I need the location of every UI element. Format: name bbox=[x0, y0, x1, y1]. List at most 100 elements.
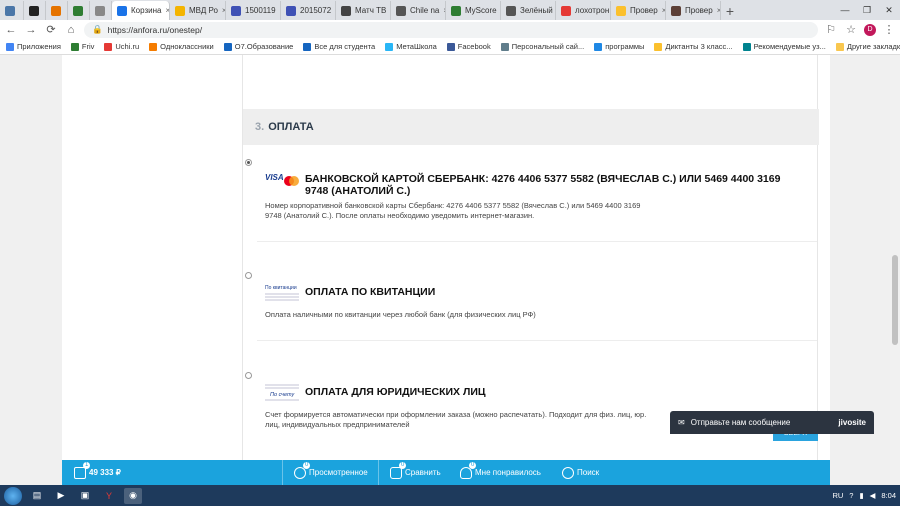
browser-tab[interactable] bbox=[0, 1, 24, 20]
payment-radio-legal[interactable] bbox=[245, 372, 252, 379]
browser-tab[interactable] bbox=[68, 1, 90, 20]
browser-tab[interactable] bbox=[24, 1, 46, 20]
bookmark-item[interactable]: Приложения bbox=[6, 42, 61, 51]
browser-tab[interactable] bbox=[46, 1, 68, 20]
bookmark-favicon-icon bbox=[6, 42, 14, 51]
profile-avatar[interactable]: D bbox=[864, 23, 876, 36]
search-button[interactable]: Поиск bbox=[562, 460, 599, 485]
bookmark-item[interactable]: Рекомендуемые уз... bbox=[742, 42, 826, 51]
folder-icon bbox=[835, 42, 844, 51]
bookmark-item[interactable]: Одноклассники bbox=[149, 42, 214, 51]
receipt-logo-text: По квитанции bbox=[265, 285, 297, 291]
compare-button[interactable]: 0 Сравнить bbox=[390, 460, 441, 485]
browser-tab-strip: Корзина×МВД Ро×1500119×2015072×Матч ТВ×C… bbox=[0, 0, 900, 20]
folder-taskbar-icon[interactable]: ▣ bbox=[76, 488, 94, 504]
cart-button[interactable]: 1 49 333 ₽ bbox=[74, 460, 121, 485]
bookmark-label: Приложения bbox=[17, 42, 61, 51]
tab-favicon-icon bbox=[396, 5, 406, 16]
bookmark-item[interactable]: МетаШкола bbox=[385, 42, 437, 51]
chat-widget[interactable]: ✉ Отправьте нам сообщение jivosite bbox=[670, 411, 874, 434]
chrome-taskbar-icon[interactable]: ◉ bbox=[124, 487, 142, 504]
back-icon[interactable]: ← bbox=[4, 24, 18, 36]
menu-dots-icon[interactable]: ⋮ bbox=[882, 23, 896, 36]
browser-tab[interactable]: 1500119× bbox=[226, 1, 281, 20]
browser-tab[interactable]: Провер × bbox=[611, 1, 666, 20]
invoice-logo-text: По счету bbox=[270, 392, 295, 398]
forward-icon[interactable]: → bbox=[24, 24, 38, 36]
home-icon[interactable]: ⌂ bbox=[64, 24, 78, 36]
browser-tab[interactable]: Зелёный× bbox=[501, 1, 556, 20]
bookmark-other[interactable]: Другие закладки bbox=[835, 42, 900, 51]
url-text: https://anfora.ru/onestep/ bbox=[107, 24, 203, 35]
tab-label: Матч ТВ bbox=[355, 6, 387, 15]
cart-icon: 1 bbox=[74, 461, 91, 479]
heart-icon: 0 bbox=[460, 461, 477, 479]
browser-tab[interactable]: MyScore× bbox=[446, 1, 501, 20]
payment-option-description: Номер корпоративной банковской карты Сбе… bbox=[265, 201, 641, 220]
bookmark-label: Персональный сай... bbox=[511, 42, 585, 51]
explorer-taskbar-icon[interactable]: ▤ bbox=[28, 488, 46, 504]
page-scrollbar[interactable] bbox=[890, 55, 900, 485]
window-controls: — ❐ ✕ bbox=[834, 0, 900, 20]
browser-tab[interactable]: Провер × bbox=[666, 1, 721, 20]
browser-tab[interactable]: лохотрон× bbox=[556, 1, 611, 20]
payment-radio-receipt[interactable] bbox=[245, 272, 252, 279]
payment-option-title: ОПЛАТА ДЛЯ ЮРИДИЧЕСКИХ ЛИЦ bbox=[305, 386, 486, 398]
browser-tab[interactable]: 2015072× bbox=[281, 1, 336, 20]
new-tab-button[interactable]: + bbox=[721, 2, 739, 20]
bookmark-item[interactable]: программы bbox=[594, 42, 644, 51]
bookmark-item[interactable]: Персональный сай... bbox=[500, 42, 585, 51]
compare-count-badge: 0 bbox=[399, 461, 407, 469]
bookmark-label: Все для студента bbox=[314, 42, 376, 51]
bookmark-item[interactable]: О7.Образование bbox=[223, 42, 293, 51]
tab-label: MyScore bbox=[465, 6, 497, 15]
bookmark-label: Friv bbox=[81, 42, 95, 51]
yandex-taskbar-icon[interactable]: Y bbox=[100, 488, 118, 504]
liked-button[interactable]: 0 Мне понравилось bbox=[460, 460, 541, 485]
browser-tab[interactable]: Корзина × bbox=[112, 1, 170, 20]
help-icon[interactable]: ? bbox=[849, 491, 853, 500]
browser-tab[interactable]: Chile na× bbox=[391, 1, 446, 20]
volume-icon[interactable]: ◀ bbox=[870, 491, 876, 500]
lock-icon: 🔒 bbox=[92, 24, 103, 34]
scrollbar-thumb[interactable] bbox=[892, 255, 898, 345]
bookmark-item[interactable]: Диктанты 3 класс... bbox=[654, 42, 733, 51]
payment-radio-card[interactable] bbox=[245, 159, 252, 166]
bookmark-label: Рекомендуемые уз... bbox=[753, 42, 826, 51]
browser-tab[interactable]: МВД Ро× bbox=[170, 1, 226, 20]
maximize-button[interactable]: ❐ bbox=[856, 0, 878, 20]
payment-option-title: ОПЛАТА ПО КВИТАНЦИИ bbox=[305, 286, 436, 298]
browser-toolbar: ← → ⟳ ⌂ 🔒 https://anfora.ru/onestep/ ⚐ ☆… bbox=[0, 20, 900, 39]
search-icon bbox=[562, 466, 574, 479]
viewed-button[interactable]: 0 Просмотренное bbox=[294, 460, 368, 485]
browser-tab[interactable] bbox=[90, 1, 112, 20]
bookmark-favicon-icon bbox=[303, 42, 312, 51]
network-icon[interactable]: ▮ bbox=[859, 491, 863, 500]
clock-time[interactable]: 8:04 bbox=[881, 491, 896, 500]
tab-label: Chile na bbox=[410, 6, 440, 15]
tab-favicon-icon bbox=[175, 5, 185, 16]
reload-icon[interactable]: ⟳ bbox=[44, 23, 58, 36]
language-indicator[interactable]: RU bbox=[832, 491, 843, 500]
option-divider bbox=[257, 340, 817, 341]
media-taskbar-icon[interactable]: ▶ bbox=[52, 488, 70, 504]
bookmark-star-icon[interactable]: ☆ bbox=[844, 23, 858, 36]
tab-favicon-icon bbox=[29, 5, 39, 16]
bookmark-item[interactable]: Все для студента bbox=[303, 42, 375, 51]
compare-label: Сравнить bbox=[405, 468, 441, 477]
minimize-button[interactable]: — bbox=[834, 0, 856, 20]
browser-tab[interactable]: Матч ТВ× bbox=[336, 1, 391, 20]
start-button[interactable] bbox=[4, 486, 22, 505]
tab-favicon-icon bbox=[231, 5, 241, 16]
close-window-button[interactable]: ✕ bbox=[878, 0, 900, 20]
bookmark-item[interactable]: Uchi.ru bbox=[104, 42, 139, 51]
bookmarks-bar: Приложения Friv Uchi.ru Одноклассники О7.Обр… bbox=[0, 39, 900, 55]
bookmark-label: Другие закладки bbox=[846, 42, 900, 51]
address-bar[interactable]: 🔒 https://anfora.ru/onestep/ bbox=[84, 21, 818, 38]
bookmark-label: Одноклассники bbox=[160, 42, 214, 51]
bookmark-item[interactable]: Friv bbox=[70, 42, 95, 51]
translate-icon[interactable]: ⚐ bbox=[824, 23, 838, 36]
bookmark-item[interactable]: Facebook bbox=[446, 42, 491, 51]
tab-label: Корзина bbox=[131, 6, 162, 15]
tab-favicon-icon bbox=[561, 5, 571, 16]
